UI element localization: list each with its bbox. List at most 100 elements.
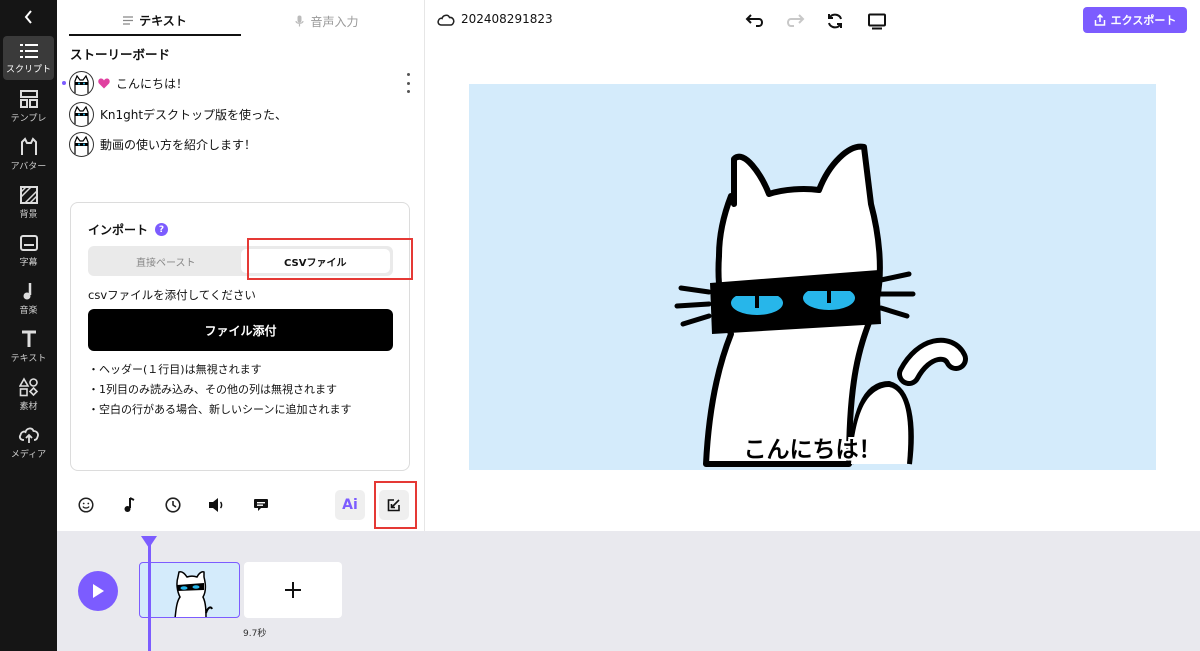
left-sidebar: スクリプト テンプレ アバター 背景 字幕 音楽 テキスト 素材 メディア (0, 0, 57, 651)
storyboard-title: ストーリーボード (70, 47, 171, 62)
sidebar-item-music[interactable]: 音楽 (3, 276, 54, 320)
volume-button[interactable] (203, 487, 231, 523)
active-scene-indicator (62, 81, 66, 85)
sidebar-item-label: 素材 (19, 401, 38, 412)
music-button[interactable] (115, 487, 143, 523)
clip-duration: 9.7秒 (243, 629, 267, 639)
redo-icon (787, 14, 805, 27)
refresh-icon (828, 13, 842, 29)
import-description: csvファイルを添付してください (88, 288, 256, 302)
video-caption: こんにちは！ (743, 437, 882, 463)
cat-avatar-icon (74, 105, 89, 125)
speech-button[interactable] (247, 487, 275, 523)
attach-file-button[interactable]: ファイル添付 (88, 309, 393, 351)
sidebar-item-material[interactable]: 素材 (3, 372, 54, 416)
scene-text: Kn1ghtデスクトップ版を使った、 (100, 107, 288, 122)
scene-row[interactable]: Kn1ghtデスクトップ版を使った、 (69, 101, 287, 127)
preview-screen-button[interactable] (866, 10, 888, 32)
share-upload-icon (1094, 14, 1105, 26)
avatar (69, 131, 94, 157)
sidebar-item-label: スクリプト (5, 64, 51, 75)
project-name[interactable]: 202408291823 (437, 12, 553, 26)
import-card: インポート ? 直接ペースト CSVファイル csvファイルを添付してください … (70, 202, 413, 471)
emoji-button[interactable] (72, 487, 100, 523)
scene-text: こんにちは！ (116, 76, 189, 91)
sidebar-item-label: テンプレ (10, 113, 47, 124)
smiley-icon (78, 497, 94, 513)
microphone-icon (295, 15, 305, 27)
redo-button[interactable] (784, 10, 806, 32)
sidebar-item-script[interactable]: スクリプト (3, 36, 54, 80)
tab-label: 音声入力 (310, 14, 359, 29)
highlight-box (247, 238, 413, 280)
timer-button[interactable] (159, 487, 187, 523)
undo-icon (745, 14, 763, 27)
playhead-handle[interactable] (141, 536, 157, 548)
highlight-box (374, 481, 417, 529)
music-note-icon (124, 497, 135, 512)
cat-avatar-icon (74, 135, 89, 155)
cloud-icon (437, 14, 455, 26)
background-icon (19, 185, 38, 204)
back-button[interactable] (0, 4, 57, 30)
tab-label: テキスト (139, 13, 187, 28)
video-preview[interactable]: こんにちは！ (469, 84, 1156, 470)
scene-row[interactable]: こんにちは！ (69, 70, 188, 96)
sidebar-item-label: アバター (10, 161, 47, 172)
clock-icon (165, 497, 181, 513)
chevron-left-icon (24, 10, 32, 24)
sidebar-item-label: テキスト (10, 353, 47, 364)
app-root: スクリプト テンプレ アバター 背景 字幕 音楽 テキスト 素材 メディア テキ… (0, 0, 1200, 651)
more-options-icon[interactable] (404, 73, 412, 93)
undo-button[interactable] (744, 10, 766, 32)
monitor-icon (868, 13, 886, 29)
tab-voice-input[interactable]: 音声入力 (241, 6, 413, 36)
sidebar-item-template[interactable]: テンプレ (3, 84, 54, 128)
import-title-label: インポート (88, 223, 149, 237)
timeline: 9.7秒 (57, 531, 1200, 651)
sidebar-item-avatar[interactable]: アバター (3, 132, 54, 176)
text-lines-icon (123, 15, 134, 25)
scene-toolbar: Ai (70, 487, 415, 523)
avatar-icon (20, 136, 37, 155)
sidebar-item-label: 字幕 (19, 257, 38, 268)
play-button[interactable] (78, 571, 118, 611)
import-notes: ・ヘッダー(１行目)は無視されます ・1列目のみ読み込み、その他の列は無視されま… (88, 360, 351, 420)
note-item: ・空白の行がある場合、新しいシーンに追加されます (88, 403, 352, 416)
scene-row[interactable]: 動画の使い方を紹介します！ (69, 131, 256, 157)
ai-button[interactable]: Ai (335, 490, 365, 520)
cat-character-image (674, 143, 968, 467)
sidebar-item-label: 音楽 (19, 305, 38, 316)
text-icon (21, 330, 36, 347)
sidebar-item-background[interactable]: 背景 (3, 180, 54, 224)
note-item: ・1列目のみ読み込み、その他の列は無視されます (88, 383, 337, 396)
segment-direct-paste[interactable]: 直接ペースト (91, 249, 241, 273)
script-panel: テキスト 音声入力 ストーリーボード こんにちは！ Kn1ghtデスクトップ版を… (57, 0, 425, 531)
export-label: エクスポート (1110, 14, 1177, 27)
cat-avatar-icon (74, 74, 89, 94)
template-icon (19, 89, 38, 108)
playhead[interactable] (148, 537, 151, 651)
add-scene-button[interactable] (244, 562, 342, 618)
panel-tabs: テキスト 音声入力 (69, 6, 413, 36)
scene-text: 動画の使い方を紹介します！ (100, 137, 257, 152)
sidebar-item-text[interactable]: テキスト (3, 324, 54, 368)
timeline-clip[interactable] (139, 562, 240, 618)
tab-text[interactable]: テキスト (69, 6, 241, 36)
plus-icon (285, 582, 301, 598)
speech-bubble-icon (254, 498, 268, 511)
refresh-button[interactable] (824, 10, 846, 32)
play-icon (93, 584, 104, 598)
clip-thumbnail-icon (174, 571, 213, 617)
project-title: 202408291823 (461, 12, 553, 26)
sidebar-item-media[interactable]: メディア (3, 420, 54, 464)
script-list-icon (19, 43, 38, 58)
heart-icon (98, 78, 110, 88)
media-upload-icon (18, 427, 39, 443)
sidebar-item-subtitle[interactable]: 字幕 (3, 228, 54, 272)
sidebar-item-label: メディア (10, 449, 47, 460)
help-icon[interactable]: ? (155, 223, 169, 236)
music-icon (23, 282, 31, 299)
export-button[interactable]: エクスポート (1083, 7, 1187, 33)
avatar (69, 101, 94, 127)
